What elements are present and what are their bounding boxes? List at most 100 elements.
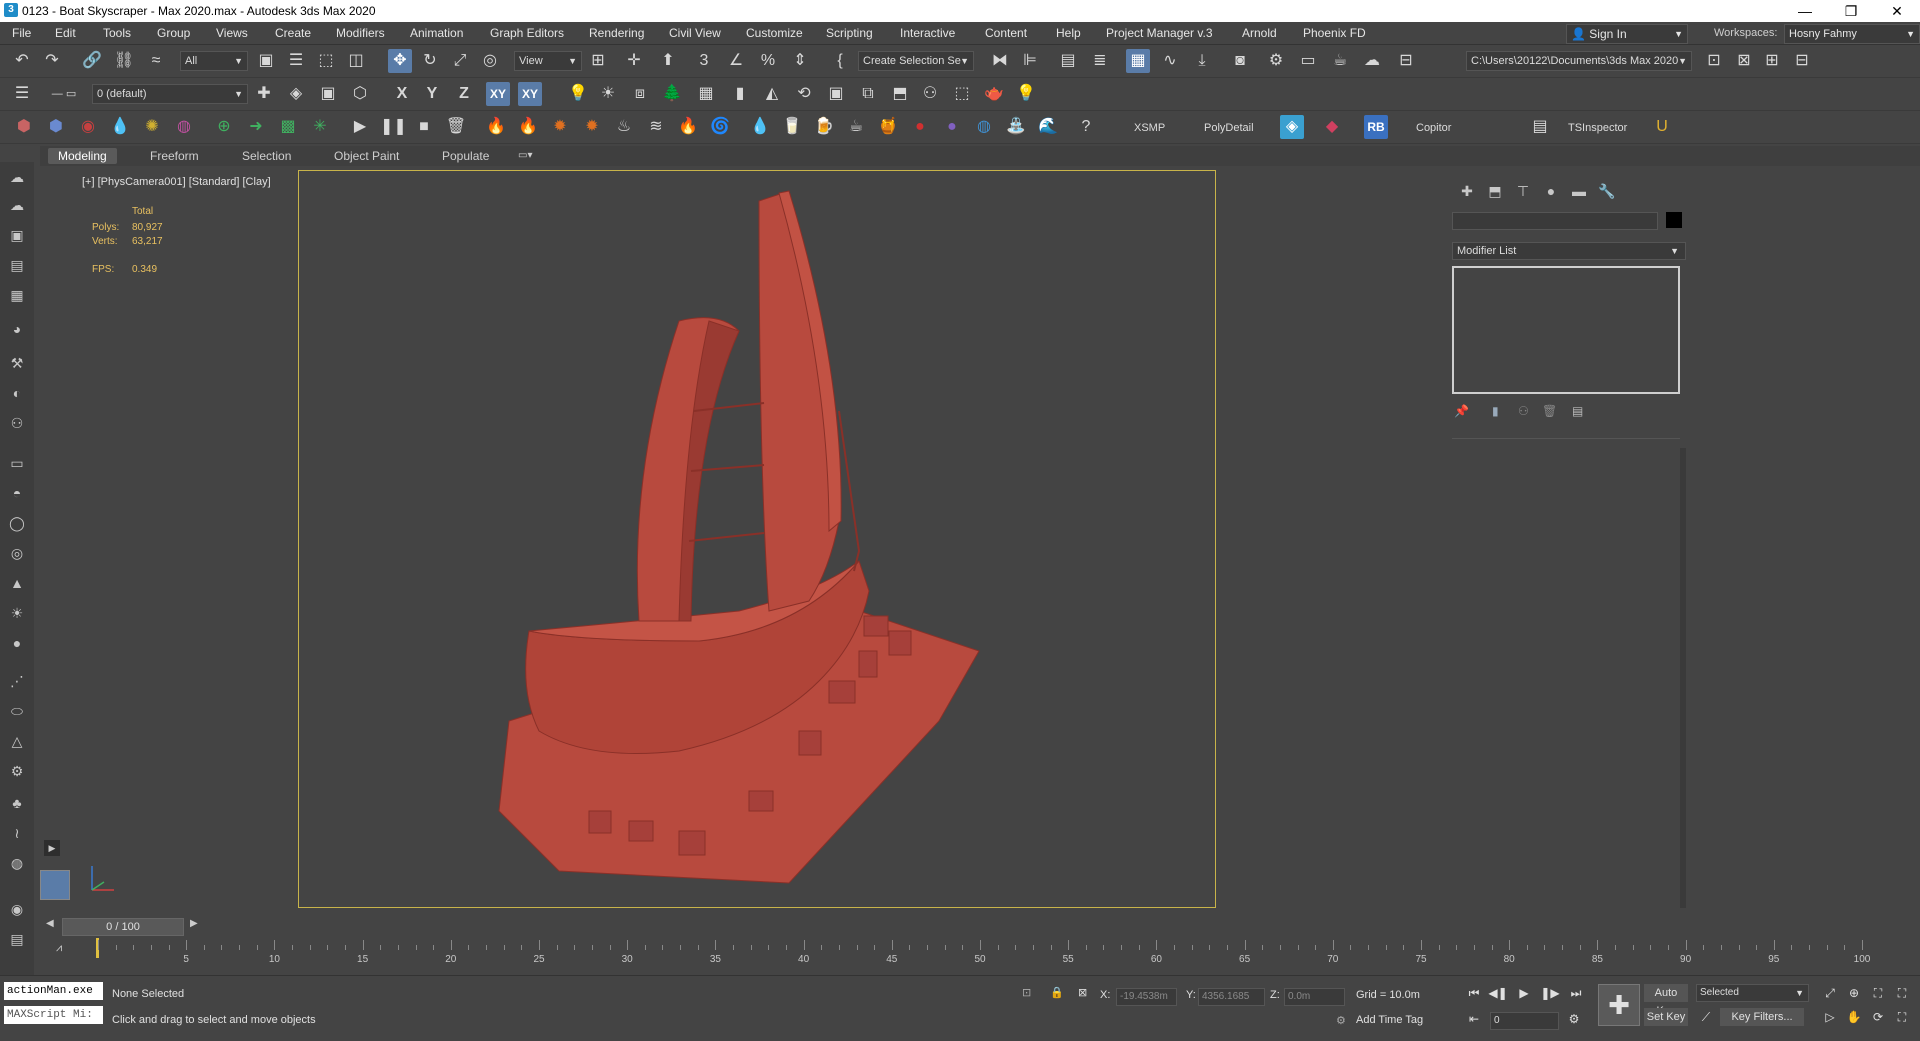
maxscript-listener-line[interactable]: actionMan.exe [4, 982, 103, 1000]
cube-red-icon[interactable]: ⬢ [12, 115, 36, 139]
named-selection-select[interactable]: Create Selection Se ▼ [858, 51, 974, 71]
shade-icon[interactable]: ◭ [760, 82, 784, 106]
select-scale-icon[interactable]: ⤢ [448, 49, 472, 73]
selection-filter-select[interactable]: All ▼ [180, 51, 248, 71]
menu-content[interactable]: Content [985, 26, 1027, 40]
display-tab-icon[interactable]: ▬ [1568, 180, 1590, 202]
render-setup-icon[interactable]: ⚙ [1264, 49, 1288, 73]
cube-blue-icon[interactable]: ⬢ [44, 115, 68, 139]
modifier-list-select[interactable]: Modifier List ▼ [1452, 242, 1686, 260]
add-to-layer-icon[interactable]: ✚ [252, 82, 276, 106]
auto-key-button[interactable]: Auto Key [1644, 984, 1688, 1017]
polydetail-button[interactable]: PolyDetail [1204, 122, 1254, 134]
toggle-ribbon-icon[interactable]: ▦ [1126, 49, 1150, 73]
axis-x-button[interactable]: X [390, 82, 414, 106]
snaps-toggle-icon[interactable]: 3 [692, 49, 716, 73]
percent-snap-icon[interactable]: % [756, 49, 780, 73]
menu-interactive[interactable]: Interactive [900, 26, 955, 40]
motion-tab-icon[interactable]: ● [1540, 180, 1562, 202]
mirror-icon[interactable]: ⧓ [988, 49, 1012, 73]
orbit-icon[interactable]: ⟳ [1868, 1008, 1888, 1026]
red-liquid-icon[interactable]: ● [908, 115, 932, 139]
select-place-icon[interactable]: ◎ [478, 49, 502, 73]
select-object-icon[interactable]: ▣ [254, 49, 278, 73]
fire-preset-3-icon[interactable]: ✹ [548, 115, 572, 139]
tab-selection[interactable]: Selection [232, 148, 301, 164]
camera-icon[interactable]: ⧈ [628, 82, 652, 106]
render-in-cloud-icon[interactable]: ☁ [1360, 49, 1384, 73]
tab-object-paint[interactable]: Object Paint [324, 148, 409, 164]
sphere-dots-icon[interactable]: ◍ [6, 852, 28, 874]
menu-arnold[interactable]: Arnold [1242, 26, 1277, 40]
render-production-icon[interactable]: ☕ [1328, 49, 1352, 73]
viewport[interactable]: [+] [PhysCamera001] [Standard] [Clay] To… [76, 170, 1442, 910]
plane-icon[interactable]: ▭ [6, 452, 28, 474]
next-frame-icon[interactable]: ▶ [190, 918, 198, 929]
light-lister-icon[interactable]: 💡 [1014, 82, 1038, 106]
tab-modeling[interactable]: Modeling [48, 148, 117, 164]
grid-green-icon[interactable]: ▩ [276, 115, 300, 139]
axis-z-button[interactable]: Z [452, 82, 476, 106]
wind-preset-icon[interactable]: ≋ [644, 115, 668, 139]
unlink-icon[interactable]: ⛓ [112, 49, 136, 73]
hair-icon[interactable]: ≀ [6, 822, 28, 844]
show-end-result-icon[interactable]: ▮ [1492, 404, 1499, 418]
coord-z-field[interactable]: 0.0m [1284, 988, 1345, 1006]
menu-rendering[interactable]: Rendering [589, 26, 644, 40]
select-rotate-icon[interactable]: ↻ [418, 49, 442, 73]
utilities-tab-icon[interactable]: 🔧 [1596, 180, 1618, 202]
image-icon[interactable]: ▣ [6, 224, 28, 246]
rain-icon[interactable]: ⋰ [6, 670, 28, 692]
light-bulb-icon[interactable]: 💡 [566, 82, 590, 106]
panel-scrollbar[interactable] [1680, 448, 1686, 908]
zoom-extents-all-icon[interactable]: ⛶ [1892, 984, 1912, 1002]
group-icon[interactable]: ⚇ [6, 412, 28, 434]
restore-button[interactable]: ❐ [1828, 0, 1874, 22]
liquid-source-icon[interactable]: 💧 [108, 115, 132, 139]
edit-named-selection-icon[interactable]: { [828, 49, 852, 73]
remove-modifier-icon[interactable]: 🗑 [1542, 404, 1557, 418]
ribbon-options-icon[interactable]: ▭▾ [508, 148, 542, 164]
sphere-grid-icon[interactable]: ◍ [172, 115, 196, 139]
tsinspector-icon[interactable]: ▤ [1528, 115, 1552, 139]
box-icon[interactable]: ▣ [824, 82, 848, 106]
plugin-cyan-icon[interactable]: ◈ [1280, 115, 1304, 139]
set-key-big-button[interactable]: ✚ [1598, 984, 1640, 1026]
axis-xy-cycle-button[interactable]: XY [518, 82, 542, 106]
globe-green-icon[interactable]: ⊕ [212, 115, 236, 139]
menu-group[interactable]: Group [157, 26, 190, 40]
undo-icon[interactable]: ↶ [10, 49, 34, 73]
zoom-icon[interactable]: ⤢ [1820, 984, 1840, 1002]
menu-phoenix-fd[interactable]: Phoenix FD [1303, 26, 1366, 40]
particle-icon[interactable]: ✺ [140, 115, 164, 139]
menu-tools[interactable]: Tools [103, 26, 131, 40]
modifier-stack[interactable] [1452, 266, 1680, 394]
menu-scripting[interactable]: Scripting [826, 26, 873, 40]
select-in-layer-icon[interactable]: ▣ [316, 82, 340, 106]
menu-edit[interactable]: Edit [55, 26, 76, 40]
object-color-swatch[interactable] [1666, 212, 1682, 228]
create-tab-icon[interactable]: ✚ [1456, 180, 1478, 202]
absolute-mode-icon[interactable]: ⊠ [1078, 986, 1087, 999]
smoke-preset-icon[interactable]: ♨ [612, 115, 636, 139]
flame-preset-icon[interactable]: 🔥 [676, 115, 700, 139]
set-key-button[interactable]: Set Key [1644, 1008, 1688, 1026]
menu-civil-view[interactable]: Civil View [669, 26, 721, 40]
water-preset-1-icon[interactable]: 💧 [748, 115, 772, 139]
pan-icon[interactable]: ✋ [1844, 1008, 1864, 1026]
rb-button[interactable]: RB [1364, 115, 1388, 139]
menu-project-manager[interactable]: Project Manager v.3 [1106, 26, 1213, 40]
expand-arrow-icon[interactable]: ▶ [44, 840, 60, 856]
make-unique-icon[interactable]: ⚇ [1518, 404, 1529, 418]
menu-create[interactable]: Create [275, 26, 311, 40]
track-bar[interactable]: ⩘ 5 10 15 20 25 30 35 40 45 50 55 60 65 70 75 80 85 90 95 1… [40, 938, 1920, 974]
menu-animation[interactable]: Animation [410, 26, 463, 40]
tree-icon[interactable]: 🌲 [660, 82, 684, 106]
cycle-icon[interactable]: ⟲ [792, 82, 816, 106]
menu-help[interactable]: Help [1056, 26, 1081, 40]
select-move-icon[interactable]: ✥ [388, 49, 412, 73]
layers-stack-icon[interactable]: ⬡ [348, 82, 372, 106]
configure-sets-icon[interactable]: ▤ [1572, 404, 1583, 418]
torus-icon[interactable]: ◎ [6, 542, 28, 564]
xsmp-button[interactable]: XSMP [1134, 122, 1165, 134]
